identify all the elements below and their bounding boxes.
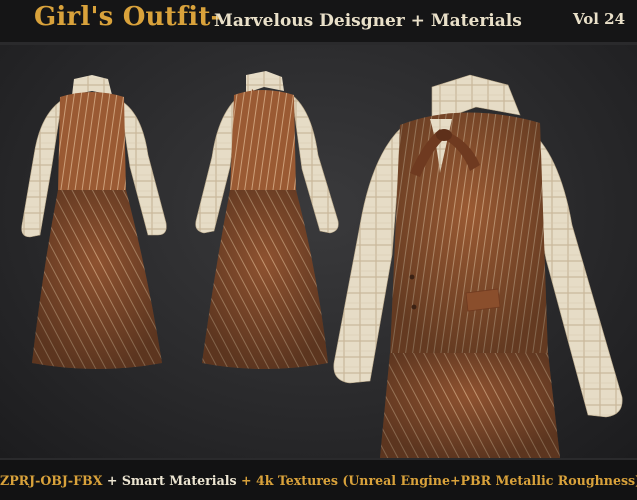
- plus-separator: +: [102, 473, 122, 488]
- textures-label: 4k Textures (Unreal Engine+PBR Metallic …: [255, 473, 637, 488]
- outfit-render-closeup: [333, 74, 623, 458]
- product-banner: Girl's Outfit- Marvelous Deisgner + Mate…: [0, 0, 637, 500]
- outfit-render-front: [21, 75, 167, 369]
- product-title: Girl's Outfit-: [34, 2, 222, 32]
- outfit-renders: [21, 71, 623, 458]
- outfit-render-angle: [195, 71, 339, 369]
- title-bar: Girl's Outfit- Marvelous Deisgner + Mate…: [0, 0, 637, 45]
- feature-line: ZPRJ-OBJ-FBX + Smart Materials + 4k Text…: [0, 473, 637, 488]
- render-stage: [0, 45, 637, 458]
- feature-bar: ZPRJ-OBJ-FBX + Smart Materials + 4k Text…: [0, 458, 637, 500]
- product-subtitle: Marvelous Deisgner + Materials: [214, 11, 522, 31]
- plus-separator-2: +: [236, 473, 256, 488]
- formats-label: ZPRJ-OBJ-FBX: [0, 473, 103, 488]
- smart-materials-label: Smart Materials: [121, 473, 237, 488]
- volume-label: Vol 24: [573, 10, 626, 28]
